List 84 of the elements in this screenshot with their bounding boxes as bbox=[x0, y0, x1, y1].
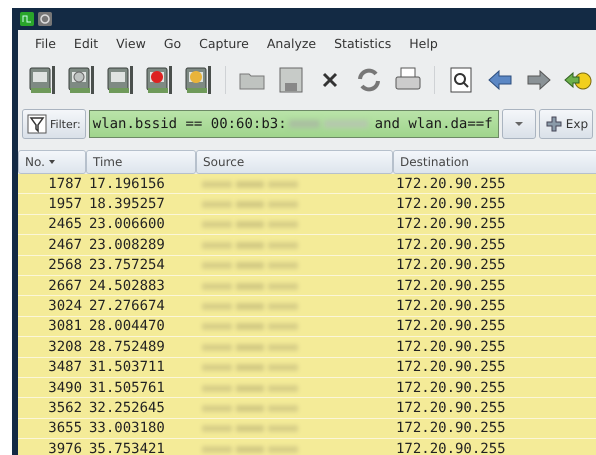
menu-item[interactable]: Analyze bbox=[258, 36, 326, 50]
menu-item[interactable]: Help bbox=[400, 36, 447, 50]
packet-row[interactable]: 3208 28.752489 172.20.90.255 bbox=[18, 337, 596, 358]
expression-button[interactable]: Exp bbox=[538, 109, 594, 139]
window-menu-icon[interactable] bbox=[38, 12, 52, 26]
menu-item[interactable]: File bbox=[26, 36, 65, 50]
table-cell-text: 172.20.90.255 bbox=[395, 176, 507, 192]
sort-icon bbox=[48, 160, 55, 164]
caret-icon bbox=[514, 121, 524, 127]
table-cell-text: 3487 bbox=[47, 359, 83, 376]
table-cell-text: 27.276674 bbox=[88, 298, 166, 314]
table-cell-text: 31.505761 bbox=[88, 380, 166, 396]
column-header[interactable]: Destination bbox=[393, 150, 596, 174]
restart-capture-icon[interactable] bbox=[184, 64, 214, 96]
table-cell-text: 172.20.90.255 bbox=[395, 420, 507, 436]
column-header[interactable]: No. bbox=[18, 150, 86, 174]
table-cell-text: 28.752489 bbox=[88, 338, 166, 355]
table-cell-text: 2568 bbox=[47, 257, 83, 274]
packet-row[interactable]: 3487 31.503711 172.20.90.255 bbox=[18, 358, 596, 378]
table-cell-text: 172.20.90.255 bbox=[395, 278, 507, 294]
packet-row[interactable]: 2568 23.757254 172.20.90.255 bbox=[18, 256, 596, 276]
table-cell-text: 28.004470 bbox=[88, 318, 166, 334]
table-cell-text: 3081 bbox=[47, 318, 83, 334]
table-cell-text: 1787 bbox=[47, 176, 83, 192]
column-header[interactable]: Source bbox=[196, 150, 393, 174]
app-icon bbox=[20, 12, 34, 26]
table-cell-text: 23.006600 bbox=[88, 216, 166, 232]
stop-capture-icon[interactable] bbox=[145, 64, 175, 96]
plus-icon bbox=[546, 116, 562, 132]
packet-row[interactable]: 1957 18.395257 172.20.90.255 bbox=[18, 194, 596, 215]
table-cell-text: 3976 bbox=[47, 440, 83, 455]
table-cell-text: 23.008289 bbox=[88, 236, 166, 253]
table-cell-text: 2667 bbox=[47, 278, 83, 294]
filter-button[interactable]: Filter: bbox=[22, 109, 86, 139]
filter-field[interactable]: wlan.bssid == 00:60:b3: and wlan.da==f bbox=[88, 110, 499, 138]
column-header[interactable]: Time bbox=[86, 150, 196, 174]
menu-item[interactable]: Statistics bbox=[325, 36, 400, 50]
menu-item[interactable]: Capture bbox=[190, 36, 258, 50]
table-cell-text: 18.395257 bbox=[88, 196, 166, 212]
menu-item[interactable]: View bbox=[107, 36, 155, 50]
table-cell-text: 172.20.90.255 bbox=[395, 236, 507, 253]
packet-row[interactable]: 3490 31.505761 172.20.90.255 bbox=[18, 378, 596, 398]
menu-item[interactable]: Edit bbox=[64, 36, 108, 50]
table-cell-text: 2465 bbox=[47, 216, 83, 232]
packet-row[interactable]: 2467 23.008289 172.20.90.255 bbox=[18, 235, 596, 256]
packet-row[interactable]: 3024 27.276674 172.20.90.255 bbox=[18, 296, 596, 317]
interface-list-icon[interactable] bbox=[28, 64, 58, 96]
table-cell-text: 172.20.90.255 bbox=[395, 359, 507, 376]
table-cell-text: 3024 bbox=[47, 298, 83, 314]
capture-options-icon[interactable] bbox=[67, 64, 97, 96]
filter-text: wlan.bssid == 00:60:b3: bbox=[92, 116, 287, 132]
table-cell-text: 172.20.90.255 bbox=[395, 440, 507, 455]
table-cell-text: 172.20.90.255 bbox=[395, 318, 507, 334]
packet-row[interactable]: 1787 17.196156 172.20.90.255 bbox=[18, 174, 596, 194]
packet-row[interactable]: 2667 24.502883 172.20.90.255 bbox=[18, 276, 596, 296]
menu-item[interactable]: Go bbox=[154, 36, 190, 50]
table-cell-text: 172.20.90.255 bbox=[395, 338, 507, 355]
table-cell-text: 3655 bbox=[47, 420, 83, 436]
funnel-icon bbox=[27, 114, 47, 134]
table-cell-text: 32.252645 bbox=[88, 400, 166, 416]
table-cell-text: 3562 bbox=[47, 400, 83, 416]
packet-row[interactable]: 3081 28.004470 172.20.90.255 bbox=[18, 316, 596, 338]
table-cell-text: 31.503711 bbox=[88, 359, 166, 376]
table-cell-text: 3208 bbox=[47, 338, 83, 355]
table-cell-text: 35.753421 bbox=[88, 440, 166, 455]
table-cell-text: 1957 bbox=[47, 196, 83, 212]
table-cell-text: 3490 bbox=[47, 380, 83, 396]
network-card-icon[interactable] bbox=[106, 64, 136, 96]
table-cell-text: 172.20.90.255 bbox=[395, 196, 507, 212]
filter-text: and wlan.da==f bbox=[374, 116, 493, 132]
table-cell-text: 24.502883 bbox=[88, 278, 166, 294]
table-cell-text: 172.20.90.255 bbox=[395, 216, 507, 232]
packet-row[interactable]: 3976 35.753421 172.20.90.255 bbox=[18, 439, 596, 455]
table-cell-text: 2467 bbox=[47, 236, 83, 253]
table-cell-text: 23.757254 bbox=[88, 257, 166, 274]
table-cell-text: 33.003180 bbox=[88, 420, 166, 436]
table-cell-text: 172.20.90.255 bbox=[395, 380, 507, 396]
packet-row[interactable]: 2465 23.006600 172.20.90.255 bbox=[18, 214, 596, 236]
table-cell-text: 17.196156 bbox=[88, 176, 166, 192]
table-cell-text: 172.20.90.255 bbox=[395, 257, 507, 274]
packet-row[interactable]: 3562 32.252645 172.20.90.255 bbox=[18, 398, 596, 419]
packet-row[interactable]: 3655 33.003180 172.20.90.255 bbox=[18, 418, 596, 440]
table-cell-text: 172.20.90.255 bbox=[395, 400, 507, 416]
table-cell-text: 172.20.90.255 bbox=[395, 298, 507, 314]
